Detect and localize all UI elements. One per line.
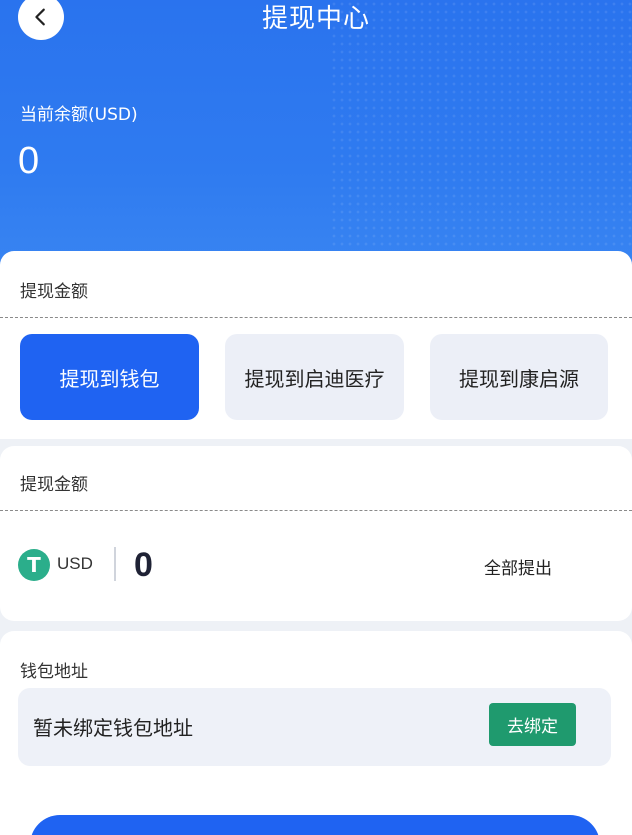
section-title-withdraw-target: 提现金额 [20,282,88,302]
divider [0,317,632,318]
option-withdraw-to-qidi-medical[interactable]: 提现到启迪医疗 [225,334,404,420]
balance-label: 当前余额(USD) [20,105,138,125]
submit-button[interactable] [30,815,600,835]
section-title-amount: 提现金额 [20,475,88,495]
header: 提现中心 当前余额(USD) 0 [0,0,632,285]
divider [0,510,632,511]
section-title-wallet-address: 钱包地址 [20,662,88,682]
withdraw-target-card: 提现金额 提现到钱包 提现到启迪医疗 提现到康启源 [0,251,632,439]
vertical-divider [114,547,116,581]
currency-label: USD [57,554,93,573]
wallet-address-status: 暂未绑定钱包地址 [33,716,193,740]
usdt-icon: T [18,549,50,581]
header-background-pattern [330,0,632,250]
page-title: 提现中心 [261,4,370,34]
bind-wallet-button[interactable]: 去绑定 [489,703,576,746]
option-withdraw-to-kangqiyuan[interactable]: 提现到康启源 [430,334,608,420]
wallet-address-box: 暂未绑定钱包地址 去绑定 [18,688,611,766]
amount-card: 提现金额 T USD 全部提出 [0,446,632,621]
balance-value: 0 [18,140,40,182]
wallet-address-card: 钱包地址 暂未绑定钱包地址 去绑定 [0,631,632,835]
amount-input[interactable] [134,544,434,586]
withdraw-all-button[interactable]: 全部提出 [484,554,552,579]
option-withdraw-to-wallet[interactable]: 提现到钱包 [20,334,199,420]
